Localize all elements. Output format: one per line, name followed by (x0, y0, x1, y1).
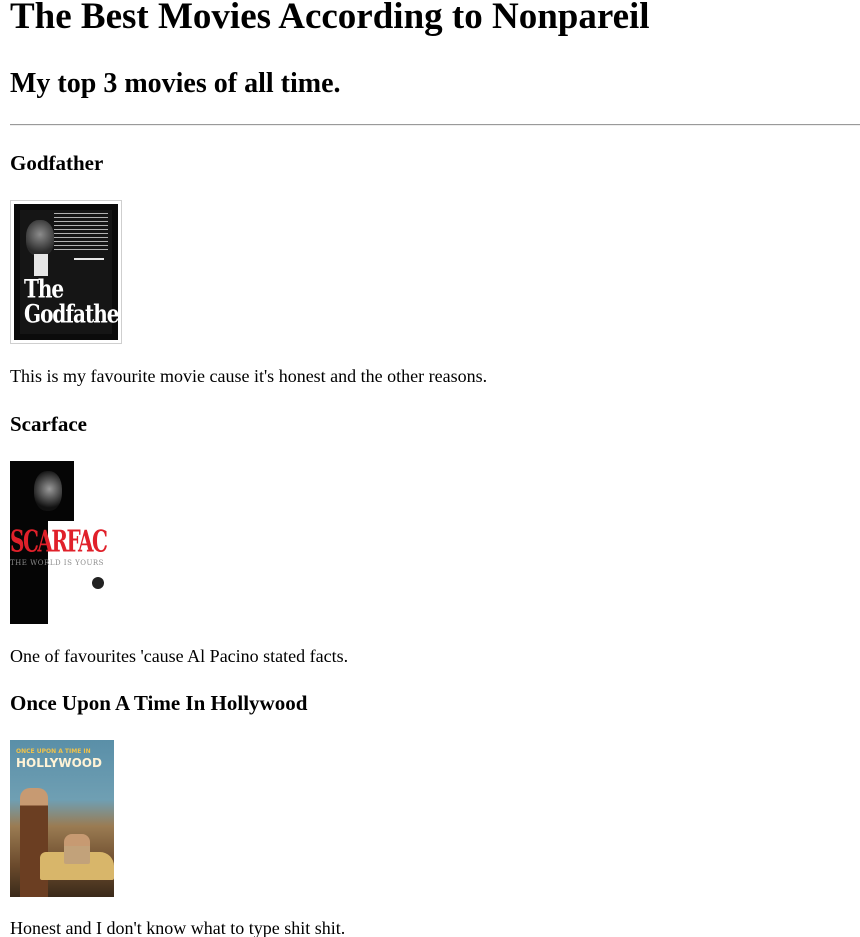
movie-title-godfather: Godfather (10, 151, 104, 175)
divider (10, 124, 860, 126)
movie-title-scarface: Scarface (10, 412, 87, 436)
godfather-poster-title-2: Godfather (24, 298, 121, 329)
godfather-poster-image: The Godfather (11, 201, 121, 343)
ouatih-poster-title-small: ONCE UPON A TIME IN (16, 748, 91, 755)
godfather-poster-title-1: The (24, 273, 64, 304)
movie-description-scarface: One of favourites 'cause Al Pacino state… (10, 646, 349, 666)
page-title: The Best Movies According to Nonpareil (10, 0, 650, 37)
ouatih-poster-image: ONCE UPON A TIME IN HOLLYWOOD (10, 740, 114, 897)
scarface-poster-tagline: THE WORLD IS YOURS (10, 559, 104, 567)
scarface-poster-title: SCARFACE (10, 523, 107, 559)
ouatih-poster-title-big: HOLLYWOOD (16, 756, 102, 770)
scarface-poster-image: SCARFACE THE WORLD IS YOURS (10, 461, 107, 624)
movie-description-godfather: This is my favourite movie cause it's ho… (10, 366, 488, 386)
movie-description-ouatih: Honest and I don't know what to type shi… (10, 918, 346, 937)
movie-title-ouatih: Once Upon A Time In Hollywood (10, 691, 308, 715)
page-subtitle: My top 3 movies of all time. (10, 68, 341, 99)
